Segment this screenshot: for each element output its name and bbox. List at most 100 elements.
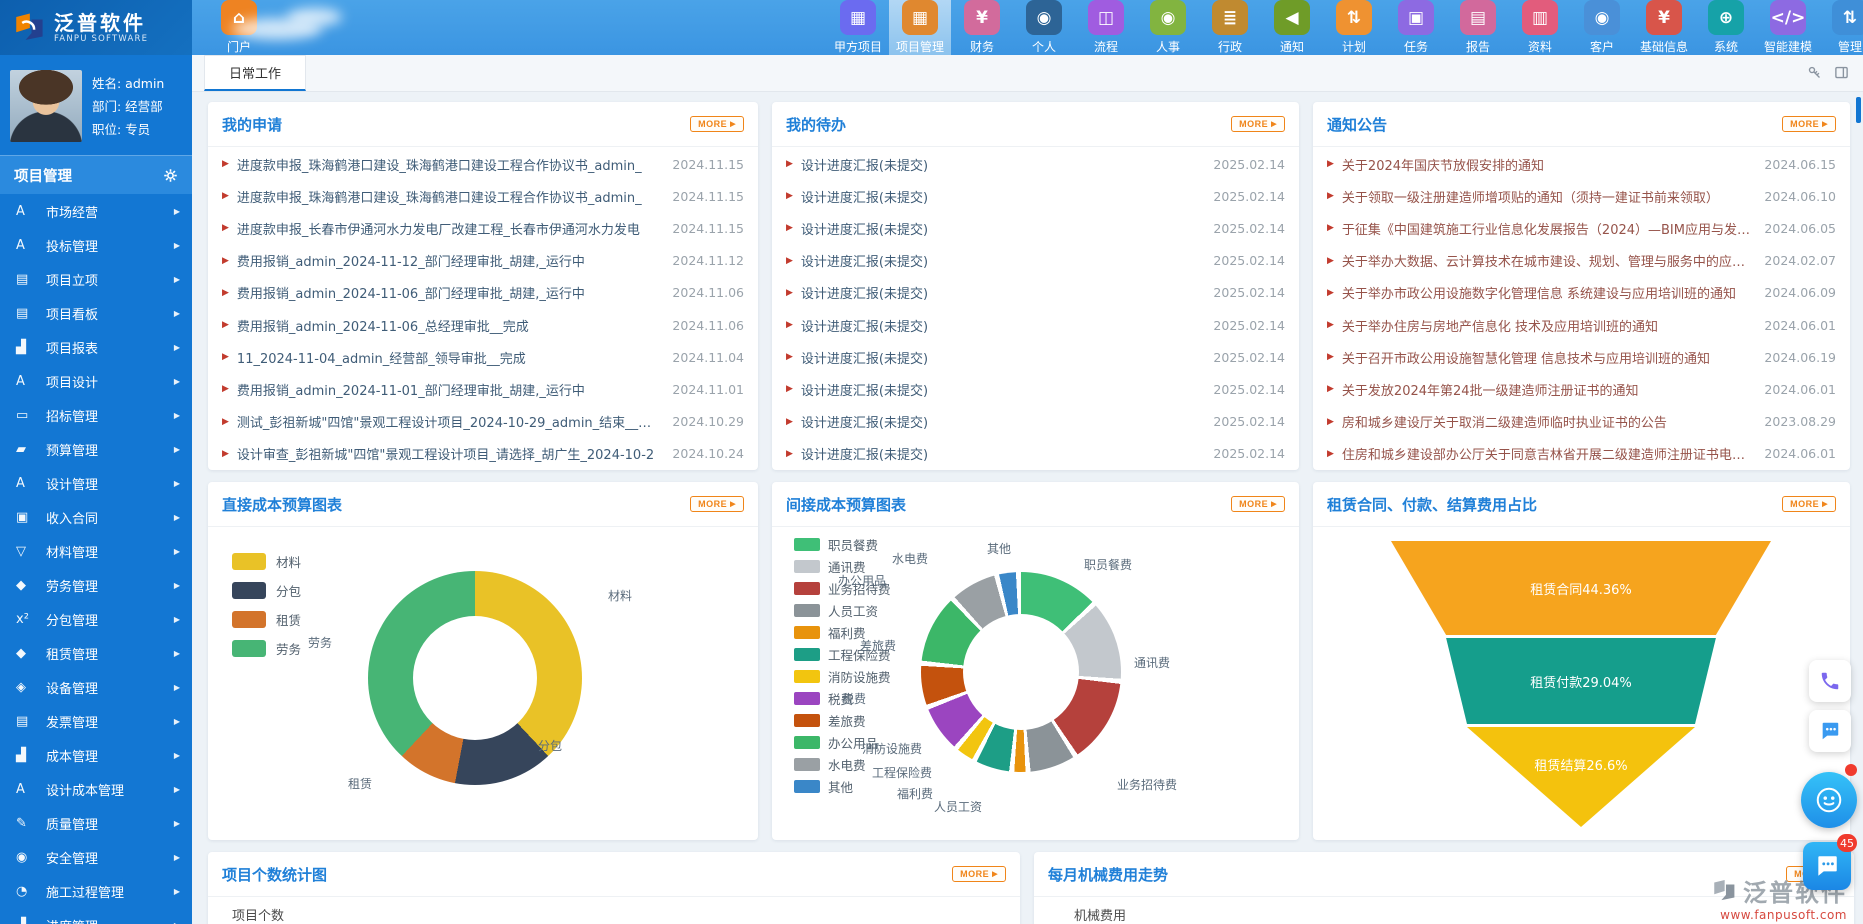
item-text[interactable]: 设计进度汇报(未提交): [801, 251, 1200, 270]
sidebar-item[interactable]: ◔ 施工过程管理 ▶: [0, 874, 192, 908]
gear-icon[interactable]: [163, 168, 178, 183]
item-date: 2024.06.19: [1764, 350, 1836, 365]
sidebar-item[interactable]: ▟ 进度管理 ▶: [0, 908, 192, 924]
sidebar-item[interactable]: ◆ 劳务管理 ▶: [0, 568, 192, 602]
item-text[interactable]: 关于发放2024年第24批一级建造师注册证书的通知: [1342, 380, 1751, 399]
avatar[interactable]: [10, 70, 82, 142]
top-nav-item[interactable]: ≣ 行政: [1199, 0, 1261, 55]
item-text[interactable]: 关于举办住房与房地产信息化 技术及应用培训班的通知: [1342, 316, 1751, 335]
top-nav-item[interactable]: ◉ 人事: [1137, 0, 1199, 55]
item-text[interactable]: 进度款申报_珠海鹤港口建设_珠海鹤港口建设工程合作协议书_admin_: [237, 155, 659, 174]
key-icon[interactable]: [1807, 65, 1822, 80]
item-text[interactable]: 费用报销_admin_2024-11-12_部门经理审批_胡建,_运行中: [237, 251, 659, 270]
sidebar-item[interactable]: ▤ 项目立项 ▶: [0, 262, 192, 296]
panel-title: 租赁合同、付款、结算费用占比: [1327, 494, 1537, 515]
more-button[interactable]: MORE▶: [1231, 496, 1285, 512]
sidebar-item-label: 租赁管理: [46, 644, 168, 663]
legend-item[interactable]: 材料: [232, 547, 301, 576]
item-text[interactable]: 费用报销_admin_2024-11-06_总经理审批__完成: [237, 316, 659, 335]
item-text[interactable]: 关于举办大数据、云计算技术在城市建设、规划、管理与服务中的应用培训班: [1342, 251, 1751, 270]
panel-toggle-icon[interactable]: [1834, 65, 1849, 80]
sidebar-item[interactable]: A 设计管理 ▶: [0, 466, 192, 500]
sidebar-item[interactable]: ▽ 材料管理 ▶: [0, 534, 192, 568]
item-text[interactable]: 关于领取一级注册建造师增项贴的通知（须持一建证书前来领取）: [1342, 187, 1751, 206]
sidebar-item[interactable]: ▰ 预算管理 ▶: [0, 432, 192, 466]
top-nav-item[interactable]: ⇅ 管理: [1819, 0, 1863, 55]
legend-item[interactable]: 消防设施费: [794, 665, 891, 687]
sidebar-item[interactable]: ▣ 收入合同 ▶: [0, 500, 192, 534]
sidebar-item[interactable]: x² 分包管理 ▶: [0, 602, 192, 636]
legend-label: 水电费: [828, 755, 866, 774]
sidebar-item[interactable]: A 市场经营 ▶: [0, 194, 192, 228]
top-nav-item[interactable]: ◉ 个人: [1013, 0, 1075, 55]
legend-item[interactable]: 职员餐费: [794, 533, 891, 555]
sidebar-item[interactable]: ▟ 成本管理 ▶: [0, 738, 192, 772]
item-text[interactable]: 设计进度汇报(未提交): [801, 155, 1200, 174]
online-chat-button[interactable]: [1809, 710, 1851, 752]
top-nav-item[interactable]: ▣ 任务: [1385, 0, 1447, 55]
item-text[interactable]: 设计进度汇报(未提交): [801, 348, 1200, 367]
item-text[interactable]: 于征集《中国建筑施工行业信息化发展报告（2024）—BIM应用与发展》材料: [1342, 219, 1751, 238]
more-button[interactable]: MORE▶: [1231, 116, 1285, 132]
more-button[interactable]: MORE▶: [690, 496, 744, 512]
item-text[interactable]: 设计进度汇报(未提交): [801, 283, 1200, 302]
item-text[interactable]: 设计进度汇报(未提交): [801, 444, 1200, 463]
top-nav-item[interactable]: ▥ 资料: [1509, 0, 1571, 55]
top-nav-item[interactable]: </> 智能建模: [1757, 0, 1819, 55]
sidebar-item[interactable]: A 投标管理 ▶: [0, 228, 192, 262]
more-button[interactable]: MORE▶: [1782, 496, 1836, 512]
top-nav-item[interactable]: ▤ 报告: [1447, 0, 1509, 55]
top-nav-item[interactable]: ¥ 基础信息: [1633, 0, 1695, 55]
service-robot-button[interactable]: [1801, 772, 1857, 828]
scrollbar-thumb[interactable]: [1856, 97, 1861, 123]
sidebar-item[interactable]: ◈ 设备管理 ▶: [0, 670, 192, 704]
item-text[interactable]: 费用报销_admin_2024-11-01_部门经理审批_胡建,_运行中: [237, 380, 659, 399]
more-button[interactable]: MORE▶: [952, 866, 1006, 882]
sidebar-item[interactable]: ▭ 招标管理 ▶: [0, 398, 192, 432]
item-text[interactable]: 设计进度汇报(未提交): [801, 187, 1200, 206]
item-text[interactable]: 关于召开市政公用设施智慧化管理 信息技术与应用培训班的通知: [1342, 348, 1751, 367]
item-text[interactable]: 设计审查_彭祖新城"四馆"景观工程设计项目_请选择_胡广生_2024-10-2: [237, 444, 659, 463]
more-button[interactable]: MORE▶: [690, 116, 744, 132]
item-date: 2024.06.01: [1764, 446, 1836, 461]
sidebar-item[interactable]: ▤ 发票管理 ▶: [0, 704, 192, 738]
legend-item[interactable]: 分包: [232, 576, 301, 605]
legend-item[interactable]: 人员工资: [794, 599, 891, 621]
item-text[interactable]: 设计进度汇报(未提交): [801, 412, 1200, 431]
top-nav-item[interactable]: ◀ 通知: [1261, 0, 1323, 55]
sidebar-item[interactable]: A 设计成本管理 ▶: [0, 772, 192, 806]
item-text[interactable]: 费用报销_admin_2024-11-06_部门经理审批_胡建,_运行中: [237, 283, 659, 302]
tab-daily-work[interactable]: 日常工作: [204, 55, 306, 91]
chevron-right-icon: ▶: [174, 547, 180, 556]
top-nav-item[interactable]: ⊕ 系统: [1695, 0, 1757, 55]
top-nav-item[interactable]: ¥ 财务: [951, 0, 1013, 55]
sidebar-item[interactable]: ▟ 项目报表 ▶: [0, 330, 192, 364]
sidebar-item[interactable]: ▤ 项目看板 ▶: [0, 296, 192, 330]
contact-phone-button[interactable]: [1809, 660, 1851, 702]
sidebar-item[interactable]: ✎ 质量管理 ▶: [0, 806, 192, 840]
item-text[interactable]: 房和城乡建设厅关于取消二级建造师临时执业证书的公告: [1342, 412, 1751, 431]
legend-item[interactable]: 差旅费: [794, 709, 891, 731]
item-text[interactable]: 关于2024年国庆节放假安排的通知: [1342, 155, 1751, 174]
item-text[interactable]: 11_2024-11-04_admin_经营部_领导审批__完成: [237, 348, 659, 367]
top-nav-item[interactable]: ◫ 流程: [1075, 0, 1137, 55]
item-text[interactable]: 测试_彭祖新城"四馆"景观工程设计项目_2024-10-29_admin_结束_…: [237, 412, 659, 431]
legend-item[interactable]: 劳务: [232, 634, 301, 663]
item-text[interactable]: 进度款申报_珠海鹤港口建设_珠海鹤港口建设工程合作协议书_admin_: [237, 187, 659, 206]
item-text[interactable]: 设计进度汇报(未提交): [801, 380, 1200, 399]
top-nav-item[interactable]: ▦ 甲方项目: [827, 0, 889, 55]
item-text[interactable]: 设计进度汇报(未提交): [801, 316, 1200, 335]
top-nav-item[interactable]: ◉ 客户: [1571, 0, 1633, 55]
top-nav-item[interactable]: ⇅ 计划: [1323, 0, 1385, 55]
sidebar-item[interactable]: A 项目设计 ▶: [0, 364, 192, 398]
legend-item[interactable]: 租赁: [232, 605, 301, 634]
sidebar-item[interactable]: ◉ 安全管理 ▶: [0, 840, 192, 874]
item-text[interactable]: 关于举办市政公用设施数字化管理信息 系统建设与应用培训班的通知: [1342, 283, 1751, 302]
legend-swatch: [794, 736, 820, 749]
top-nav-item[interactable]: ▦ 项目管理: [889, 0, 951, 55]
item-text[interactable]: 住房和城乡建设部办公厅关于同意吉林省开展二级建造师注册证书电子化试点: [1342, 444, 1751, 463]
sidebar-item[interactable]: ◆ 租赁管理 ▶: [0, 636, 192, 670]
item-text[interactable]: 设计进度汇报(未提交): [801, 219, 1200, 238]
item-text[interactable]: 进度款申报_长春市伊通河水力发电厂改建工程_长春市伊通河水力发电: [237, 219, 659, 238]
more-button[interactable]: MORE▶: [1782, 116, 1836, 132]
